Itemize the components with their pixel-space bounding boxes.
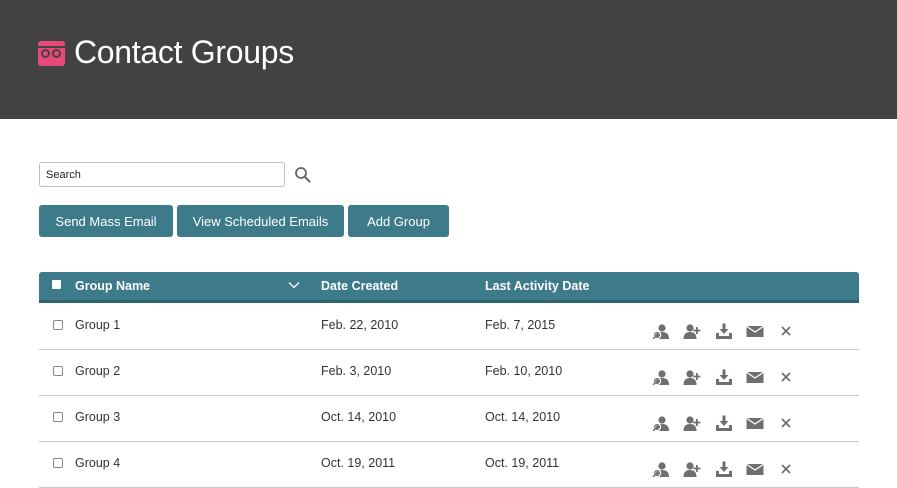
row-checkbox[interactable] bbox=[53, 366, 63, 376]
column-header-group-name[interactable]: Group Name bbox=[75, 279, 150, 293]
table-row: Group 4 Oct. 19, 2011 Oct. 19, 2011 bbox=[39, 442, 859, 488]
view-contacts-icon[interactable] bbox=[652, 415, 670, 431]
delete-icon[interactable] bbox=[780, 417, 792, 429]
app-header: Contact Groups bbox=[0, 0, 897, 119]
search-input[interactable] bbox=[39, 162, 285, 187]
table-row: Group 2 Feb. 3, 2010 Feb. 10, 2010 bbox=[39, 350, 859, 396]
table-row: Group 3 Oct. 14, 2010 Oct. 14, 2010 bbox=[39, 396, 859, 442]
view-contacts-icon[interactable] bbox=[652, 369, 670, 385]
send-mass-email-button[interactable]: Send Mass Email bbox=[39, 205, 173, 237]
download-icon[interactable] bbox=[715, 323, 733, 339]
download-icon[interactable] bbox=[715, 461, 733, 477]
view-scheduled-emails-button[interactable]: View Scheduled Emails bbox=[177, 205, 344, 237]
add-group-button[interactable]: Add Group bbox=[348, 205, 449, 237]
add-contact-icon[interactable] bbox=[683, 369, 701, 385]
add-contact-icon[interactable] bbox=[683, 461, 701, 477]
delete-icon[interactable] bbox=[780, 371, 792, 383]
add-contact-icon[interactable] bbox=[683, 323, 701, 339]
add-contact-icon[interactable] bbox=[683, 415, 701, 431]
delete-icon[interactable] bbox=[780, 325, 792, 337]
last-activity-date: Feb. 10, 2010 bbox=[485, 364, 563, 378]
column-header-date-created[interactable]: Date Created bbox=[321, 279, 398, 293]
date-created: Oct. 14, 2010 bbox=[321, 410, 397, 424]
last-activity-date: Feb. 7, 2015 bbox=[485, 318, 556, 332]
group-name[interactable]: Group 2 bbox=[75, 364, 120, 378]
date-created: Feb. 3, 2010 bbox=[321, 364, 392, 378]
email-icon[interactable] bbox=[746, 323, 764, 339]
date-created: Feb. 22, 2010 bbox=[321, 318, 399, 332]
page-title: Contact Groups bbox=[74, 34, 294, 70]
download-icon[interactable] bbox=[715, 369, 733, 385]
row-checkbox[interactable] bbox=[53, 412, 63, 422]
search-icon[interactable] bbox=[294, 166, 312, 184]
app-logo-icon bbox=[38, 41, 65, 66]
chevron-down-icon[interactable] bbox=[288, 281, 300, 289]
select-all-checkbox[interactable] bbox=[52, 280, 61, 289]
download-icon[interactable] bbox=[715, 415, 733, 431]
group-name[interactable]: Group 3 bbox=[75, 410, 120, 424]
row-checkbox[interactable] bbox=[53, 458, 63, 468]
last-activity-date: Oct. 19, 2011 bbox=[485, 456, 560, 470]
delete-icon[interactable] bbox=[780, 463, 792, 475]
table-header: Group Name Date Created Last Activity Da… bbox=[39, 272, 859, 303]
row-checkbox[interactable] bbox=[53, 320, 63, 330]
date-created: Oct. 19, 2011 bbox=[321, 456, 396, 470]
column-header-last-activity[interactable]: Last Activity Date bbox=[485, 279, 589, 293]
table-row: Group 1 Feb. 22, 2010 Feb. 7, 2015 bbox=[39, 304, 859, 350]
group-name[interactable]: Group 4 bbox=[75, 456, 120, 470]
view-contacts-icon[interactable] bbox=[652, 323, 670, 339]
group-name[interactable]: Group 1 bbox=[75, 318, 120, 332]
last-activity-date: Oct. 14, 2010 bbox=[485, 410, 561, 424]
email-icon[interactable] bbox=[746, 415, 764, 431]
email-icon[interactable] bbox=[746, 461, 764, 477]
view-contacts-icon[interactable] bbox=[652, 461, 670, 477]
email-icon[interactable] bbox=[746, 369, 764, 385]
